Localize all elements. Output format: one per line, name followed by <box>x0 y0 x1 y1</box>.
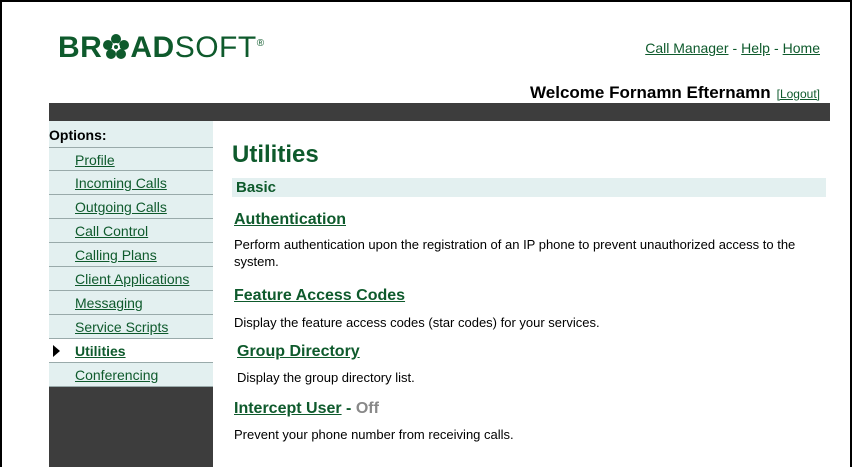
broadsoft-logo: BR ADSOFT® <box>58 28 265 64</box>
logo-text-part3: SOFT <box>174 31 257 64</box>
sidebar-item-calling-plans[interactable]: Calling Plans <box>49 243 213 267</box>
sidebar-item-outgoing-calls[interactable]: Outgoing Calls <box>49 195 213 219</box>
sidebar-link[interactable]: Incoming Calls <box>75 175 167 191</box>
intercept-user-description: Prevent your phone number from receiving… <box>234 427 514 442</box>
call-manager-link[interactable]: Call Manager <box>645 40 728 56</box>
logo-registered-mark: ® <box>256 38 265 49</box>
home-link[interactable]: Home <box>783 40 820 56</box>
group-directory-description: Display the group directory list. <box>237 370 415 385</box>
help-link[interactable]: Help <box>741 40 770 56</box>
sidebar-item-messaging[interactable]: Messaging <box>49 291 213 315</box>
sidebar-link[interactable]: Client Applications <box>75 271 189 287</box>
logo-text-part1: BR <box>58 31 103 64</box>
main-content: Utilities Basic Authentication Perform a… <box>224 121 830 467</box>
feature-access-codes-link[interactable]: Feature Access Codes <box>234 287 405 305</box>
nav-separator: - <box>773 40 779 56</box>
welcome-banner: Welcome Fornamn Efternamn [Logout] <box>530 83 820 103</box>
group-directory-link[interactable]: Group Directory <box>237 343 360 361</box>
nav-separator: - <box>732 40 738 56</box>
header-divider-bar <box>49 103 830 121</box>
logo-text-part2: AD <box>130 31 175 64</box>
section-header-basic: Basic <box>232 178 826 197</box>
options-title: Options: <box>49 127 107 143</box>
authentication-description: Perform authentication upon the registra… <box>234 237 796 269</box>
current-page-arrow-icon <box>53 345 60 357</box>
sidebar-link[interactable]: Outgoing Calls <box>75 199 167 215</box>
sidebar-link[interactable]: Service Scripts <box>75 319 168 335</box>
sidebar-link[interactable]: Utilities <box>75 343 126 359</box>
logout-link[interactable]: [Logout] <box>777 87 820 101</box>
intercept-status-badge: Off <box>355 400 379 417</box>
welcome-text: Welcome Fornamn Efternamn <box>530 83 771 102</box>
sidebar-link[interactable]: Conferencing <box>75 367 158 383</box>
page-frame: BR ADSOFT® Call Manager - Help - Home Welcom… <box>0 0 852 467</box>
sidebar-item-client-applications[interactable]: Client Applications <box>49 267 213 291</box>
sidebar-item-profile[interactable]: Profile <box>49 147 213 171</box>
intercept-user-row: Intercept User - Off <box>234 400 379 418</box>
sidebar-link[interactable]: Call Control <box>75 223 148 239</box>
status-separator: - <box>341 400 356 417</box>
authentication-link[interactable]: Authentication <box>234 211 346 229</box>
sidebar-item-utilities[interactable]: Utilities <box>49 339 213 363</box>
feature-access-codes-description: Display the feature access codes (star c… <box>234 315 600 330</box>
sidebar-item-conferencing[interactable]: Conferencing <box>49 363 213 387</box>
intercept-user-link[interactable]: Intercept User <box>234 400 342 417</box>
top-navigation: Call Manager - Help - Home <box>645 40 820 56</box>
sidebar-link[interactable]: Profile <box>75 152 115 168</box>
page-title: Utilities <box>232 141 319 168</box>
sidebar-item-call-control[interactable]: Call Control <box>49 219 213 243</box>
flower-logo-icon <box>103 34 130 59</box>
sidebar-link[interactable]: Messaging <box>75 295 143 311</box>
options-menu: Options: Profile Incoming Calls Outgoing… <box>49 121 213 387</box>
sidebar-link[interactable]: Calling Plans <box>75 247 157 263</box>
sidebar-item-service-scripts[interactable]: Service Scripts <box>49 315 213 339</box>
sidebar-item-incoming-calls[interactable]: Incoming Calls <box>49 171 213 195</box>
